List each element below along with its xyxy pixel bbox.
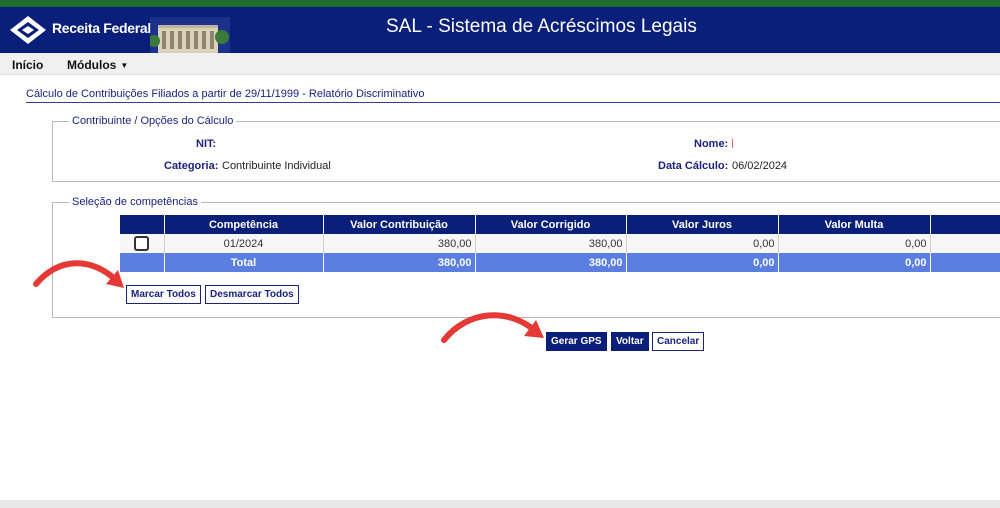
col-valor-contribuicao: Valor Contribuição — [323, 215, 476, 234]
page: Receita Federal SAL - Sistema de Acrésci… — [0, 0, 1000, 508]
total-valor-juros: 0,00 — [626, 253, 779, 272]
brand-name: Receita Federal — [52, 20, 151, 36]
header: Receita Federal SAL - Sistema de Acrésci… — [0, 7, 1000, 53]
table-row: 01/2024 380,00 380,00 0,00 0,00 — [120, 234, 1000, 253]
top-stripe — [0, 0, 1000, 7]
bottom-bar — [0, 500, 1000, 508]
gerar-gps-button[interactable]: Gerar GPS — [546, 332, 607, 351]
desmarcar-todos-button[interactable]: Desmarcar Todos — [205, 285, 299, 304]
cell-valor-corrigido: 380,00 — [475, 234, 627, 253]
receita-federal-logo — [10, 16, 46, 44]
menu-bar: Início Módulos ▼ — [0, 53, 1000, 75]
cell-valor-multa: 0,00 — [778, 234, 931, 253]
row-select-cell — [120, 234, 165, 253]
building-illustration — [150, 17, 230, 53]
red-arrow-icon — [441, 312, 544, 343]
menu-modulos-label: Módulos — [67, 58, 117, 72]
title-divider — [26, 102, 1000, 103]
voltar-button[interactable]: Voltar — [611, 332, 649, 351]
contribuinte-legend: Contribuinte / Opções do Cálculo — [72, 115, 234, 127]
total-valor-multa: 0,00 — [778, 253, 931, 272]
menu-inicio[interactable]: Início — [12, 58, 43, 72]
nit-label: NIT: — [196, 138, 217, 150]
total-row: Total 380,00 380,00 0,00 0,00 — [120, 253, 1000, 272]
total-valor-contribuicao: 380,00 — [323, 253, 476, 272]
col-extra — [930, 215, 1000, 234]
col-select — [120, 215, 165, 234]
system-title: SAL - Sistema de Acréscimos Legais — [386, 16, 697, 37]
col-valor-juros: Valor Juros — [626, 215, 779, 234]
col-competencia: Competência — [164, 215, 324, 234]
nome-value-marker — [732, 139, 733, 148]
chevron-down-icon: ▼ — [120, 61, 129, 70]
nome-label: Nome: — [694, 138, 729, 150]
cancelar-button[interactable]: Cancelar — [652, 332, 705, 351]
cell-extra — [930, 234, 1000, 253]
page-title: Cálculo de Contribuições Filiados a part… — [26, 88, 425, 100]
competencias-table: Competência Valor Contribuição Valor Cor… — [120, 215, 1000, 272]
selecao-legend: Seleção de competências — [72, 196, 198, 208]
total-valor-corrigido: 380,00 — [475, 253, 627, 272]
total-extra — [930, 253, 1000, 272]
red-arrow-icon — [33, 260, 124, 288]
cell-valor-juros: 0,00 — [626, 234, 779, 253]
col-valor-corrigido: Valor Corrigido — [475, 215, 627, 234]
col-valor-multa: Valor Multa — [778, 215, 931, 234]
row-checkbox[interactable] — [134, 236, 150, 251]
cell-valor-contribuicao: 380,00 — [323, 234, 476, 253]
categoria-label: Categoria: — [164, 160, 219, 172]
total-label: Total — [164, 253, 324, 272]
data-calculo-label: Data Cálculo: — [658, 160, 729, 172]
table-header-row: Competência Valor Contribuição Valor Cor… — [120, 215, 1000, 234]
categoria-value: Contribuinte Individual — [222, 160, 331, 172]
menu-modulos[interactable]: Módulos ▼ — [67, 58, 128, 72]
marcar-todos-button[interactable]: Marcar Todos — [126, 285, 201, 304]
data-calculo-value: 06/02/2024 — [732, 160, 788, 172]
cell-competencia: 01/2024 — [164, 234, 324, 253]
